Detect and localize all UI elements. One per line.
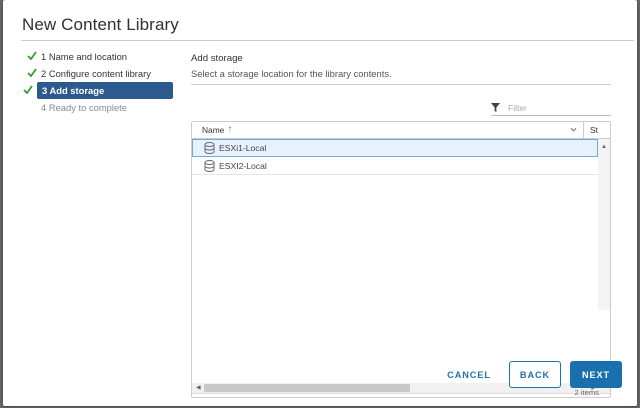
back-button[interactable]: BACK — [509, 361, 561, 388]
column-label: St — [590, 125, 598, 135]
section-divider — [191, 84, 611, 85]
check-icon — [27, 51, 37, 60]
storage-datagrid: Name ↑ St ESXi1-Local ESXI2-Local ▲ ◀ ▶ … — [191, 121, 611, 398]
filter-placeholder: Filter — [508, 102, 527, 113]
datagrid-footer-divider — [192, 393, 610, 394]
dialog-title: New Content Library — [22, 15, 179, 34]
wizard-steps: 1 Name and location 2 Configure content … — [23, 48, 179, 116]
section-title: Add storage — [191, 53, 243, 64]
filter-icon — [491, 103, 500, 112]
column-header-name[interactable]: Name ↑ — [192, 122, 584, 138]
scrollbar-thumb[interactable] — [204, 384, 410, 392]
sort-ascending-icon[interactable]: ↑ — [227, 124, 232, 135]
section-description: Select a storage location for the librar… — [191, 68, 392, 79]
new-content-library-dialog: New Content Library 1 Name and location … — [3, 0, 637, 406]
column-header-status[interactable]: St — [584, 122, 610, 138]
database-icon — [204, 159, 215, 172]
datagrid-header: Name ↑ St — [192, 122, 610, 139]
step-ready-to-complete: 4 Ready to complete — [23, 99, 179, 116]
scroll-left-icon[interactable]: ◀ — [196, 384, 201, 391]
step-name-and-location[interactable]: 1 Name and location — [23, 48, 179, 65]
scroll-up-icon[interactable]: ▲ — [601, 144, 607, 150]
step-label: 3 Add storage — [42, 85, 105, 96]
item-count: 2 items — [574, 388, 599, 397]
filter-input[interactable]: Filter — [491, 100, 611, 116]
vertical-scrollbar[interactable]: ▲ — [598, 139, 610, 310]
column-label: Name — [202, 125, 225, 135]
database-icon — [204, 141, 215, 154]
step-label: 2 Configure content library — [41, 68, 151, 79]
row-name: ESXI2-Local — [219, 160, 267, 171]
step-label: 1 Name and location — [41, 51, 127, 62]
check-icon — [27, 68, 37, 77]
row-name: ESXi1-Local — [219, 142, 267, 153]
title-divider — [21, 40, 634, 41]
table-row[interactable]: ESXI2-Local — [192, 157, 598, 175]
datagrid-rows: ESXi1-Local ESXI2-Local — [192, 139, 598, 175]
step-add-storage[interactable]: 3 Add storage — [23, 82, 173, 99]
add-storage-panel: Add storage Select a storage location fo… — [191, 53, 611, 398]
cancel-button[interactable]: CANCEL — [439, 361, 499, 388]
chevron-down-icon[interactable] — [570, 126, 577, 133]
step-configure-content-library[interactable]: 2 Configure content library — [23, 65, 179, 82]
next-button[interactable]: NEXT — [570, 361, 622, 388]
check-icon — [23, 85, 33, 94]
step-label: 4 Ready to complete — [41, 102, 127, 113]
table-row[interactable]: ESXi1-Local — [192, 139, 598, 157]
